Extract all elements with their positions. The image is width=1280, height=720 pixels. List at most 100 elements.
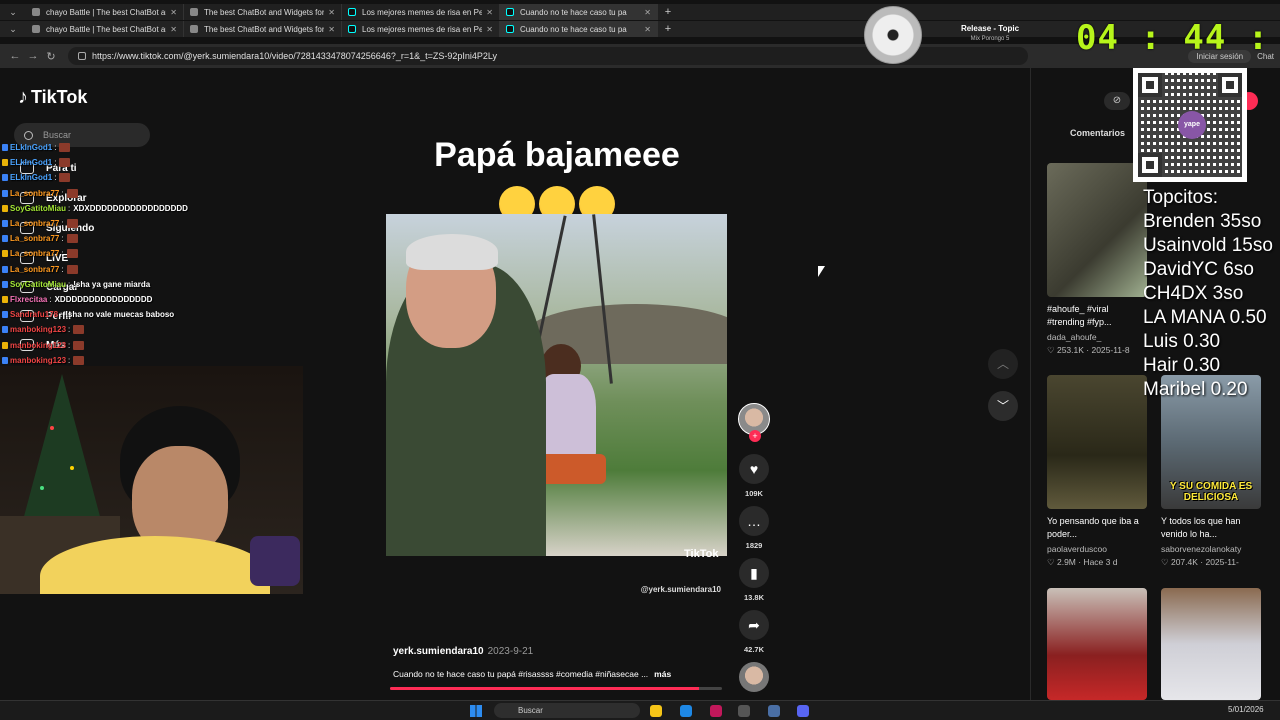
clock-date: 5/01/2026 (1228, 705, 1264, 714)
user-badge-icon (2, 159, 8, 167)
related-video-card[interactable]: Y SU COMIDA ES DELICIOSA Y todos los que… (1161, 375, 1261, 568)
previous-video-button[interactable]: ︿ (988, 349, 1018, 379)
site-info-icon[interactable] (78, 52, 86, 60)
music-avatar[interactable] (739, 662, 769, 692)
emote-icon (73, 355, 85, 365)
favicon-icon (190, 25, 198, 33)
browser-tab-active[interactable]: Cuando no te hace caso tu pa ✕ (500, 4, 658, 20)
video-progress-bar[interactable] (390, 687, 722, 690)
like-button[interactable]: ♥ 109K (736, 454, 772, 498)
start-icon[interactable] (470, 705, 482, 717)
favicon-icon (32, 25, 40, 33)
emote-icon (73, 340, 85, 350)
discord-icon[interactable] (797, 705, 809, 717)
tiktok-note-icon: ♪ (18, 86, 28, 108)
video-overlay-title: Papá bajameee (434, 136, 680, 174)
comment-button[interactable]: … 1829 (736, 506, 772, 550)
user-badge-icon (2, 341, 8, 349)
next-video-button[interactable]: ﹀ (988, 391, 1018, 421)
leaderboard-entry: Luis 0.30 (1143, 331, 1221, 352)
tab-search-icon[interactable]: ⌄ (0, 7, 26, 18)
tab-comments[interactable]: Comentarios (1070, 128, 1125, 138)
emote-icon (66, 249, 78, 259)
browser-tab[interactable]: Los mejores memes de risa en Per ✕ (342, 4, 500, 20)
new-tab-icon[interactable]: + (658, 23, 678, 35)
back-icon[interactable]: ← (6, 50, 24, 62)
screen: ⌄ chayo Battle | The best ChatBot an ✕ Th… (0, 0, 1280, 720)
app-icon[interactable] (768, 705, 780, 717)
video-thumbnail (1161, 588, 1261, 700)
close-tab-icon[interactable]: ✕ (644, 8, 651, 17)
donation-leaderboard: Topcitos: Brenden 35so Usainvold 15so Davi… (1143, 186, 1280, 402)
file-explorer-icon[interactable] (650, 705, 662, 717)
close-tab-icon[interactable]: ✕ (170, 8, 177, 17)
bookmark-button[interactable]: ▮ 13.8K (736, 558, 772, 602)
explore-icon[interactable]: ⊘ (1104, 92, 1130, 110)
now-playing-widget: Release - Topic Mix Porongo 5 (940, 24, 1040, 42)
emote-icon (66, 219, 78, 229)
chat-username: Flxrecitaa (10, 294, 48, 304)
related-video-card[interactable] (1047, 588, 1147, 700)
share-icon: ➦ (739, 610, 769, 640)
emote-icon (73, 325, 85, 335)
windows-taskbar: Buscar 5/01/2026 (0, 700, 1280, 720)
video-author[interactable]: yerk.sumiendara10 2023-9-21 (393, 646, 533, 657)
mouse-cursor-icon (818, 266, 825, 277)
tab-search-icon[interactable]: ⌄ (0, 24, 26, 35)
comment-icon: … (739, 506, 769, 536)
browser-tab[interactable]: The best ChatBot and Widgets for ✕ (184, 21, 342, 37)
user-badge-icon (2, 204, 8, 212)
app-icon[interactable] (710, 705, 722, 717)
chat-message: ELkInGod1 : (2, 170, 302, 185)
taskbar-search[interactable]: Buscar (494, 703, 640, 718)
video-description: Cuando no te hace caso tu papá #risassss… (393, 669, 672, 679)
new-tab-icon[interactable]: + (658, 6, 678, 18)
close-tab-icon[interactable]: ✕ (644, 25, 651, 34)
browser-tab[interactable]: chayo Battle | The best ChatBot an ✕ (26, 21, 184, 37)
forward-icon[interactable]: → (24, 50, 42, 62)
tiktok-favicon-icon (348, 25, 356, 33)
chat-username: SoyGatitoMiau (10, 203, 67, 213)
tiktok-logo[interactable]: ♪ TikTok (18, 86, 87, 109)
creator-avatar[interactable]: + (738, 403, 770, 442)
video-thumbnail (1047, 163, 1147, 297)
user-badge-icon (2, 356, 8, 364)
video-player[interactable] (386, 214, 727, 556)
christmas-tree (22, 374, 102, 524)
leaderboard-entry: Maribel 0.20 (1143, 379, 1248, 400)
browser-tab[interactable]: The best ChatBot and Widgets for ✕ (184, 4, 342, 20)
close-tab-icon[interactable]: ✕ (328, 25, 335, 34)
vinyl-disc-icon (864, 6, 922, 64)
chat-message: Sandrafu178 : !sha no vale muecas baboso (2, 307, 302, 322)
related-video-card[interactable]: Yo pensando que iba a poder... paolaverd… (1047, 375, 1147, 568)
user-badge-icon (2, 311, 8, 319)
chat-text: XDXDDDDDDDDDDDDDDDDD (73, 203, 188, 213)
user-badge-icon (2, 280, 8, 288)
chat-username: La_sonbra77 (10, 219, 60, 229)
chat-message: manboking123 : (2, 322, 302, 337)
related-video-card[interactable] (1161, 588, 1261, 700)
more-link[interactable]: más (654, 669, 671, 679)
browser-tab-active[interactable]: Cuando no te hace caso tu pa ✕ (500, 21, 658, 37)
edge-icon[interactable] (680, 705, 692, 717)
leaderboard-entry: CH4DX 3so (1143, 283, 1244, 304)
qr-code: yape (1133, 68, 1247, 182)
chat-username: La_sonbra77 (10, 188, 60, 198)
chat-message: Flxrecitaa : XDDDDDDDDDDDDDDDD (2, 292, 302, 307)
chat-username: manboking123 (10, 340, 67, 350)
close-tab-icon[interactable]: ✕ (486, 25, 493, 34)
user-badge-icon (2, 144, 8, 152)
stream-chat: ELkInGod1 : ELkInGod1 : ELkInGod1 : La_sonb… (2, 140, 302, 368)
reload-icon[interactable]: ↻ (42, 50, 60, 63)
browser-tab[interactable]: chayo Battle | The best ChatBot an ✕ (26, 4, 184, 20)
close-tab-icon[interactable]: ✕ (328, 8, 335, 17)
close-tab-icon[interactable]: ✕ (170, 25, 177, 34)
browser-tab[interactable]: Los mejores memes de risa en Per ✕ (342, 21, 500, 37)
app-icon[interactable] (738, 705, 750, 717)
follow-plus-icon[interactable]: + (749, 430, 761, 442)
share-button[interactable]: ➦ 42.7K (736, 610, 772, 654)
related-video-card[interactable]: #ahoufe_ #viral #trending #fyp... dada_a… (1047, 163, 1147, 356)
leaderboard-entry: LA MANA 0.50 (1143, 307, 1267, 328)
chat-message: manboking123 : (2, 337, 302, 352)
close-tab-icon[interactable]: ✕ (486, 8, 493, 17)
